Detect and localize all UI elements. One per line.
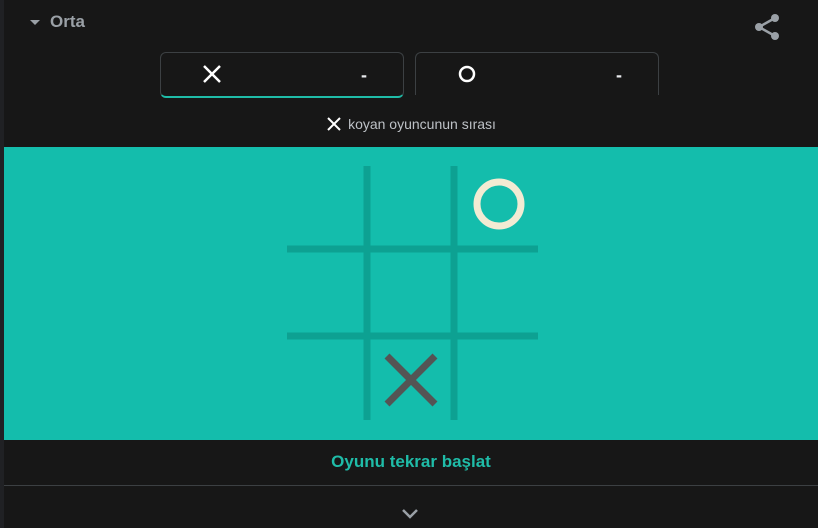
turn-indicator: koyan oyuncunun sırası	[4, 112, 818, 136]
game-board	[283, 164, 539, 422]
difficulty-dropdown[interactable]: Orta	[30, 8, 85, 36]
player-o-score: -	[616, 65, 622, 85]
board-cell[interactable]	[371, 252, 451, 332]
x-mark-icon	[327, 117, 341, 131]
restart-button[interactable]: Oyunu tekrar başlat	[4, 448, 818, 476]
player-x-tab[interactable]: -	[160, 52, 404, 98]
x-mark-icon	[384, 353, 438, 407]
board-cell[interactable]	[459, 340, 539, 420]
chevron-down-icon[interactable]	[398, 505, 422, 523]
turn-text: koyan oyuncunun sırası	[348, 116, 496, 132]
board-cell[interactable]	[459, 164, 539, 244]
board-cell[interactable]	[459, 252, 539, 332]
o-mark-icon	[473, 178, 525, 230]
board-cell[interactable]	[283, 340, 363, 420]
share-icon[interactable]	[752, 12, 782, 42]
player-scores: - -	[160, 52, 664, 98]
game-header: Orta	[4, 0, 818, 44]
player-o-tab[interactable]: -	[415, 52, 659, 95]
board-cell[interactable]	[283, 252, 363, 332]
board-cell[interactable]	[371, 340, 451, 420]
difficulty-label: Orta	[50, 12, 85, 31]
player-x-score: -	[361, 65, 367, 85]
divider	[4, 485, 818, 486]
caret-down-icon	[30, 19, 40, 25]
x-mark-icon	[203, 65, 221, 83]
game-card: Orta - - koyan oyuncunun sırası Oyunu te…	[4, 0, 818, 528]
board-cell[interactable]	[283, 164, 363, 244]
board-cell[interactable]	[371, 164, 451, 244]
o-mark-icon	[458, 65, 476, 83]
